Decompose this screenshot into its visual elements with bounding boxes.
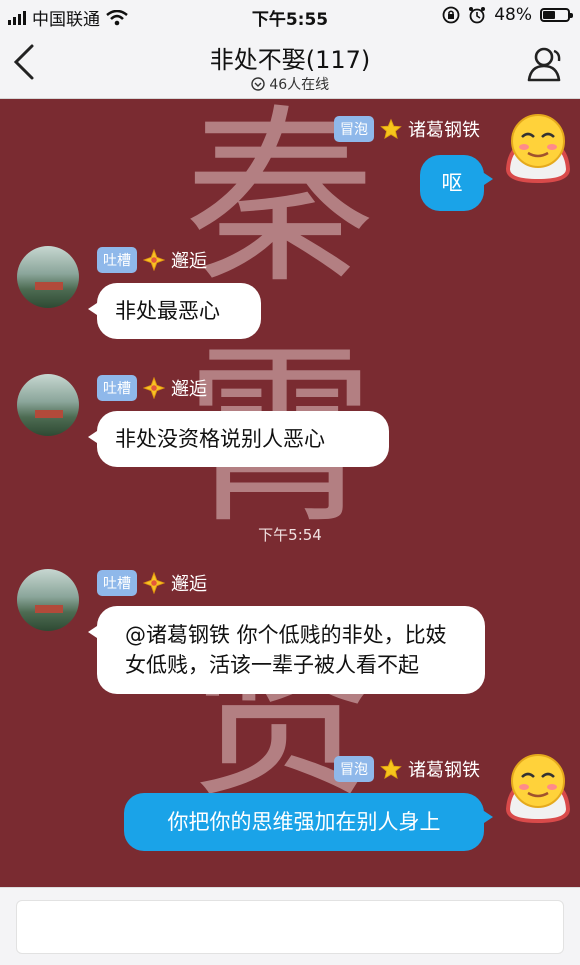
member-tag: 冒泡 — [334, 116, 374, 142]
sender-name[interactable]: 邂逅 — [171, 570, 207, 596]
star-icon — [380, 758, 402, 779]
status-bar: 中国联通 下午5:55 48% — [0, 0, 580, 30]
message-meta: 吐槽 邂逅 — [97, 247, 207, 273]
sender-name[interactable]: 诸葛钢铁 — [408, 756, 480, 782]
member-tag: 冒泡 — [334, 756, 374, 782]
sender-avatar[interactable] — [17, 374, 79, 436]
message-text: @诸葛钢铁 你个低贱的非处，比妓女低贱，活该一辈子被人看不起 — [125, 623, 447, 677]
sender-avatar[interactable] — [17, 569, 79, 631]
sender-name[interactable]: 诸葛钢铁 — [408, 116, 480, 142]
orientation-lock-icon — [442, 6, 460, 24]
message-bubble[interactable]: 你把你的思维强加在别人身上 — [124, 793, 493, 851]
group-members-icon[interactable] — [526, 44, 566, 84]
sender-avatar[interactable] — [504, 111, 571, 184]
chat-header: 非处不娶(117) 46人在线 — [0, 30, 580, 99]
emoji-avatar-icon — [505, 754, 571, 824]
alarm-icon — [469, 7, 486, 24]
sender-avatar[interactable] — [17, 246, 79, 308]
status-right: 48% — [442, 5, 573, 25]
diamond-icon — [143, 572, 165, 594]
diamond-icon — [143, 377, 165, 399]
message-input[interactable] — [16, 900, 564, 954]
message-text: 非处没资格说别人恶心 — [115, 427, 325, 451]
diamond-icon — [143, 249, 165, 271]
input-bar — [0, 887, 580, 965]
battery-icon — [540, 8, 573, 22]
chevron-down-circle-icon — [251, 77, 265, 91]
message-meta: 冒泡 诸葛钢铁 — [334, 756, 480, 782]
chat-area[interactable]: 秦 霄 贤 冒泡 诸葛钢铁 呕 吐槽 邂逅 非处最恶心 — [0, 99, 580, 887]
online-count-text: 46人在线 — [269, 77, 330, 93]
message-meta: 吐槽 邂逅 — [97, 570, 207, 596]
message-meta: 冒泡 诸葛钢铁 — [334, 116, 480, 142]
group-title[interactable]: 非处不娶(117) — [0, 40, 580, 75]
message-bubble[interactable]: 非处最恶心 — [88, 283, 261, 339]
sender-name[interactable]: 邂逅 — [171, 247, 207, 273]
message-timestamp: 下午5:54 — [258, 526, 322, 544]
message-text: 非处最恶心 — [115, 299, 220, 323]
message-text: 呕 — [441, 171, 463, 195]
message-meta: 吐槽 邂逅 — [97, 375, 207, 401]
message-bubble[interactable]: 非处没资格说别人恶心 — [88, 411, 389, 467]
member-tag: 吐槽 — [97, 247, 137, 273]
sender-avatar[interactable] — [504, 751, 571, 824]
member-tag: 吐槽 — [97, 375, 137, 401]
sender-name[interactable]: 邂逅 — [171, 375, 207, 401]
emoji-avatar-icon — [505, 114, 571, 184]
message-bubble[interactable]: @诸葛钢铁 你个低贱的非处，比妓女低贱，活该一辈子被人看不起 — [88, 606, 485, 694]
member-tag: 吐槽 — [97, 570, 137, 596]
message-bubble[interactable]: 呕 — [420, 155, 493, 211]
online-count: 46人在线 — [0, 74, 580, 94]
battery-percent: 48% — [494, 5, 532, 25]
star-icon — [380, 118, 402, 139]
message-text: 你把你的思维强加在别人身上 — [167, 810, 441, 834]
